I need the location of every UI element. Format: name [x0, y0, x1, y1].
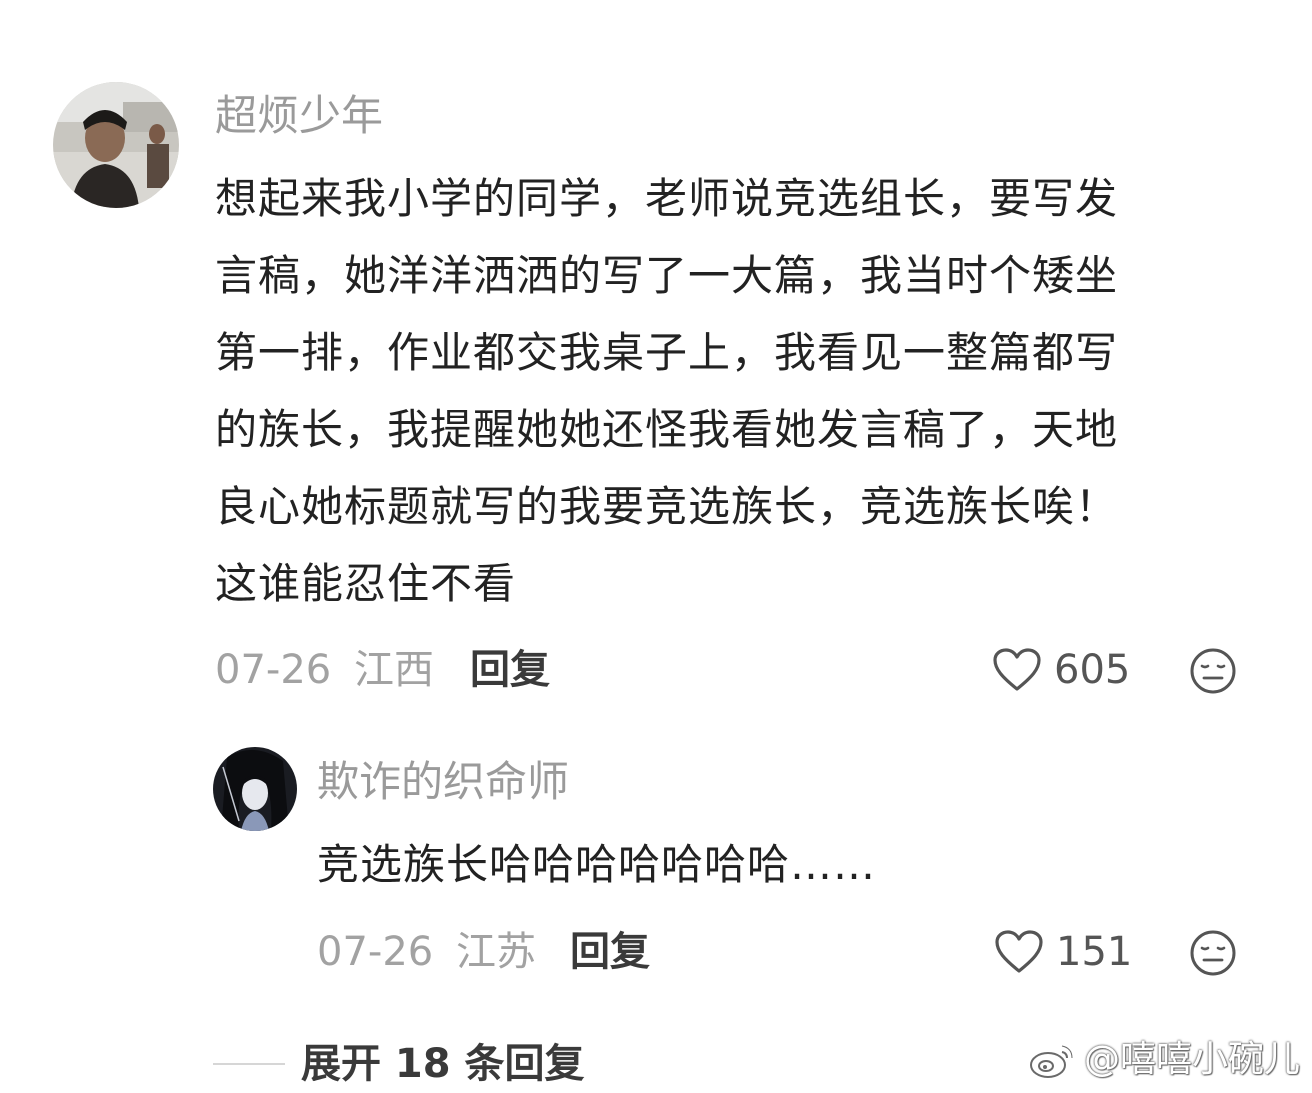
comment-body: 想起来我小学的同学，老师说竞选组长，要写发 言稿，她洋洋洒洒的写了一大篇，我当时… [215, 174, 1119, 608]
reply-like-count: 151 [1056, 929, 1133, 975]
avatar-photo [53, 82, 179, 208]
comment-meta: 07-26 江西 [215, 646, 434, 694]
weibo-logo-icon [1029, 1044, 1074, 1078]
watermark-text: @嘻嘻小碗儿 [1083, 1039, 1300, 1080]
commenter-username[interactable]: 超烦少年 [215, 92, 383, 140]
reply-meta: 07-26 江苏 [317, 928, 536, 976]
watermark: @嘻嘻小碗儿 [1028, 1038, 1300, 1082]
reply-reply-button[interactable]: 回复 [570, 928, 650, 976]
replier-username[interactable]: 欺诈的织命师 [317, 758, 569, 806]
replier-avatar[interactable] [213, 747, 297, 831]
avatar-illustration [213, 747, 297, 831]
reply-emoji-button[interactable] [1189, 929, 1237, 981]
heart-outline-icon [993, 648, 1041, 691]
comment-like-count: 605 [1054, 647, 1131, 693]
reply-location: 江苏 [455, 929, 536, 975]
meh-face-icon [1190, 648, 1236, 694]
commenter-avatar[interactable] [53, 82, 179, 208]
meh-face-icon [1190, 930, 1236, 976]
expand-replies-label: 展开 18 条回复 [301, 1041, 585, 1087]
comment-date: 07-26 [215, 647, 332, 693]
heart-outline-icon [995, 930, 1043, 973]
reply-like-button[interactable]: 151 [994, 928, 1132, 976]
comment-location: 江西 [353, 647, 434, 693]
expand-replies-button[interactable]: 展开 18 条回复 [213, 1040, 585, 1088]
comment-reply-button[interactable]: 回复 [470, 646, 550, 694]
comment-like-button[interactable]: 605 [992, 646, 1130, 694]
comment-emoji-button[interactable] [1189, 647, 1237, 699]
expand-divider [213, 1063, 285, 1065]
reply-date: 07-26 [317, 929, 434, 975]
reply-body: 竞选族长哈哈哈哈哈哈哈…… [317, 840, 877, 889]
